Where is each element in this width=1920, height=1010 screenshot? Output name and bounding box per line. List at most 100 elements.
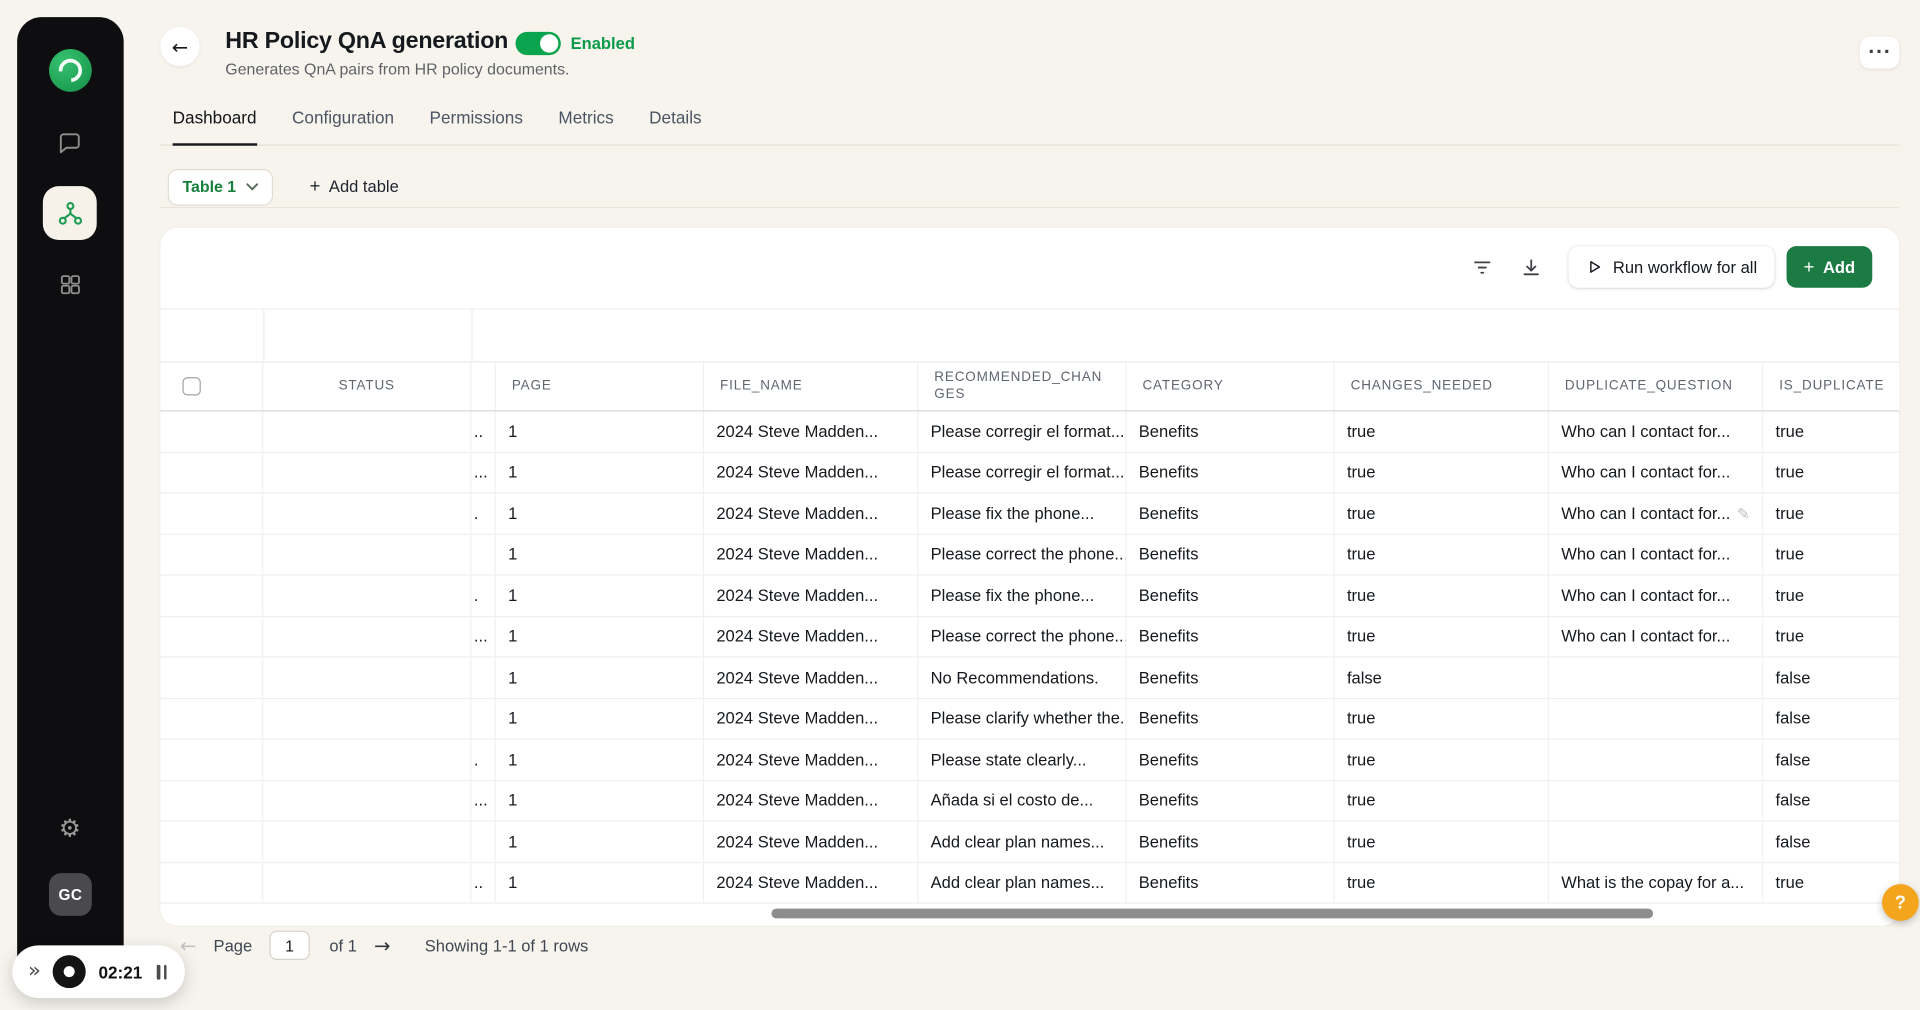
cell-recommended_changes[interactable]: Please corregir el format... xyxy=(918,452,1126,492)
table-row[interactable]: ...12024 Steve Madden...Añada si el cost… xyxy=(160,781,1899,822)
column-header-recommended_changes[interactable]: RECOMMENDED_CHANGES xyxy=(918,362,1126,410)
cell-status[interactable] xyxy=(263,493,471,533)
cell-changes_needed[interactable]: true xyxy=(1335,534,1549,574)
cell-file_name[interactable]: 2024 Steve Madden... xyxy=(704,576,918,616)
cell-overflow[interactable]: . xyxy=(471,740,495,780)
cell-select[interactable] xyxy=(160,452,263,492)
cell-page[interactable]: 1 xyxy=(496,740,704,780)
cell-status[interactable] xyxy=(263,699,471,739)
cell-select[interactable] xyxy=(160,617,263,657)
cell-category[interactable]: Benefits xyxy=(1127,411,1335,451)
table-row[interactable]: .12024 Steve Madden...Please fix the pho… xyxy=(160,493,1899,534)
cell-file_name[interactable]: 2024 Steve Madden... xyxy=(704,822,918,862)
cell-category[interactable]: Benefits xyxy=(1127,493,1335,533)
add-row-button[interactable]: + Add xyxy=(1787,246,1873,288)
table-row[interactable]: 12024 Steve Madden...Add clear plan name… xyxy=(160,822,1899,863)
column-header-status[interactable]: STATUS xyxy=(263,362,471,410)
cell-page[interactable]: 1 xyxy=(496,493,704,533)
cell-duplicate_question[interactable] xyxy=(1549,740,1763,780)
expand-chevrons-icon[interactable]: » xyxy=(28,961,41,982)
cell-changes_needed[interactable]: true xyxy=(1335,411,1549,451)
cell-changes_needed[interactable]: true xyxy=(1335,576,1549,616)
cell-file_name[interactable]: 2024 Steve Madden... xyxy=(704,617,918,657)
sidebar-item-apps[interactable] xyxy=(49,263,91,305)
cell-recommended_changes[interactable]: Please corregir el format... xyxy=(918,411,1126,451)
cell-duplicate_question[interactable]: Who can I contact for...✎ xyxy=(1549,493,1763,533)
cell-changes_needed[interactable]: true xyxy=(1335,822,1549,862)
cell-recommended_changes[interactable]: Please clarify whether the... xyxy=(918,699,1126,739)
cell-overflow[interactable] xyxy=(471,699,495,739)
cell-category[interactable]: Benefits xyxy=(1127,452,1335,492)
cell-recommended_changes[interactable]: Please correct the phone... xyxy=(918,617,1126,657)
cell-recommended_changes[interactable]: Add clear plan names... xyxy=(918,822,1126,862)
cell-category[interactable]: Benefits xyxy=(1127,617,1335,657)
cell-file_name[interactable]: 2024 Steve Madden... xyxy=(704,411,918,451)
column-header-file_name[interactable]: FILE_NAME xyxy=(704,362,918,410)
cell-recommended_changes[interactable]: Añada si el costo de... xyxy=(918,781,1126,821)
more-options-button[interactable]: ··· xyxy=(1860,37,1899,69)
cell-duplicate_question[interactable] xyxy=(1549,699,1763,739)
cell-page[interactable]: 1 xyxy=(496,781,704,821)
cell-file_name[interactable]: 2024 Steve Madden... xyxy=(704,699,918,739)
cell-duplicate_question[interactable]: Who can I contact for... xyxy=(1549,411,1763,451)
cell-status[interactable] xyxy=(263,658,471,698)
cell-status[interactable] xyxy=(263,740,471,780)
cell-is_duplicate[interactable]: true xyxy=(1763,534,1899,574)
cell-file_name[interactable]: 2024 Steve Madden... xyxy=(704,534,918,574)
cell-changes_needed[interactable]: false xyxy=(1335,658,1549,698)
cell-file_name[interactable]: 2024 Steve Madden... xyxy=(704,452,918,492)
cell-recommended_changes[interactable]: Please fix the phone... xyxy=(918,493,1126,533)
cell-page[interactable]: 1 xyxy=(496,617,704,657)
cell-changes_needed[interactable]: true xyxy=(1335,617,1549,657)
cell-is_duplicate[interactable]: true xyxy=(1763,493,1899,533)
cell-duplicate_question[interactable] xyxy=(1549,822,1763,862)
avatar[interactable]: GC xyxy=(49,873,92,916)
table-row[interactable]: ...12024 Steve Madden...Please corregir … xyxy=(160,452,1899,493)
cell-changes_needed[interactable]: true xyxy=(1335,781,1549,821)
table-row[interactable]: .12024 Steve Madden...Please fix the pho… xyxy=(160,576,1899,617)
page-number-input[interactable] xyxy=(269,931,309,960)
previous-page-button[interactable]: ← xyxy=(180,934,196,957)
cell-overflow[interactable]: . xyxy=(471,576,495,616)
cell-is_duplicate[interactable]: false xyxy=(1763,699,1899,739)
cell-file_name[interactable]: 2024 Steve Madden... xyxy=(704,781,918,821)
cell-is_duplicate[interactable]: true xyxy=(1763,576,1899,616)
tab-details[interactable]: Details xyxy=(649,108,701,145)
cell-overflow[interactable]: .. xyxy=(471,411,495,451)
column-header-overflow[interactable] xyxy=(471,362,495,410)
cell-overflow[interactable]: . xyxy=(471,493,495,533)
tab-configuration[interactable]: Configuration xyxy=(292,108,394,145)
cell-is_duplicate[interactable]: false xyxy=(1763,822,1899,862)
cell-status[interactable] xyxy=(263,617,471,657)
cell-recommended_changes[interactable]: Please fix the phone... xyxy=(918,576,1126,616)
cell-category[interactable]: Benefits xyxy=(1127,740,1335,780)
cell-category[interactable]: Benefits xyxy=(1127,658,1335,698)
next-page-button[interactable]: → xyxy=(374,934,390,957)
cell-select[interactable] xyxy=(160,534,263,574)
cell-select[interactable] xyxy=(160,411,263,451)
cell-overflow[interactable]: ... xyxy=(471,452,495,492)
cell-is_duplicate[interactable]: false xyxy=(1763,781,1899,821)
cell-category[interactable]: Benefits xyxy=(1127,781,1335,821)
cell-is_duplicate[interactable]: false xyxy=(1763,658,1899,698)
cell-overflow[interactable]: ... xyxy=(471,781,495,821)
help-button[interactable]: ? xyxy=(1882,884,1919,921)
edit-pencil-icon[interactable]: ✎ xyxy=(1737,504,1750,522)
cell-file_name[interactable]: 2024 Steve Madden... xyxy=(704,493,918,533)
cell-select[interactable] xyxy=(160,740,263,780)
add-table-button[interactable]: + Add table xyxy=(310,176,399,197)
cell-status[interactable] xyxy=(263,411,471,451)
cell-duplicate_question[interactable]: Who can I contact for... xyxy=(1549,576,1763,616)
cell-duplicate_question[interactable]: Who can I contact for... xyxy=(1549,534,1763,574)
column-header-page[interactable]: PAGE xyxy=(496,362,704,410)
cell-page[interactable]: 1 xyxy=(496,576,704,616)
cell-select[interactable] xyxy=(160,493,263,533)
table-row[interactable]: 12024 Steve Madden...Please clarify whet… xyxy=(160,699,1899,740)
sidebar-item-workflows[interactable] xyxy=(43,186,97,240)
cell-changes_needed[interactable]: true xyxy=(1335,493,1549,533)
cell-is_duplicate[interactable]: true xyxy=(1763,617,1899,657)
pause-button[interactable] xyxy=(155,964,170,979)
run-workflow-button[interactable]: Run workflow for all xyxy=(1569,246,1774,288)
table-select-dropdown[interactable]: Table 1 xyxy=(168,168,273,205)
cell-page[interactable]: 1 xyxy=(496,411,704,451)
